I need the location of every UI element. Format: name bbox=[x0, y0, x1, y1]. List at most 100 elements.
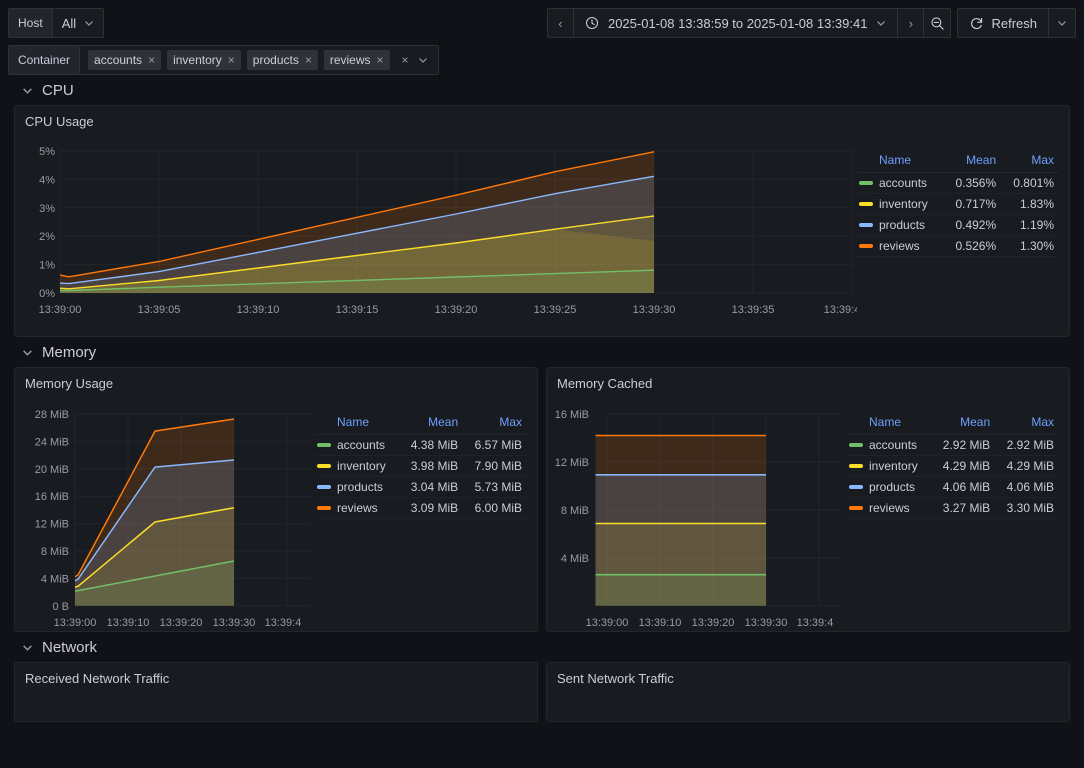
series-mean: 0.717% bbox=[943, 193, 1002, 215]
panel-title-memory-usage: Memory Usage bbox=[25, 376, 114, 391]
refresh-interval-dropdown[interactable] bbox=[1049, 9, 1075, 37]
time-shift-forward-button[interactable]: › bbox=[898, 9, 925, 37]
variable-host-label: Host bbox=[9, 9, 53, 37]
pill-products-remove-icon[interactable]: × bbox=[305, 53, 312, 67]
table-row[interactable]: accounts 2.92 MiB 2.92 MiB bbox=[847, 434, 1059, 456]
row-panels-memory: Memory Usage 28 MiB 24 MiB 20 MiB 16 MiB… bbox=[0, 367, 1084, 632]
cpu-usage-plot[interactable]: 5% 4% 3% 2% 1% 0% 13:39:00 13:39:05 13:3… bbox=[15, 129, 867, 336]
time-picker: ‹ 2025-01-08 13:38:59 to 2025-01-08 13:3… bbox=[546, 8, 952, 38]
refresh-icon bbox=[971, 17, 983, 29]
table-row[interactable]: inventory 3.98 MiB 7.90 MiB bbox=[315, 455, 527, 477]
svg-text:12 MiB: 12 MiB bbox=[555, 457, 589, 469]
clear-all-icon[interactable]: × bbox=[402, 53, 409, 67]
svg-text:4%: 4% bbox=[39, 174, 55, 186]
table-row[interactable]: inventory 0.717% 1.83% bbox=[857, 193, 1059, 215]
series-color-swatch bbox=[859, 202, 873, 206]
panel-title-memory-cached: Memory Cached bbox=[557, 376, 653, 391]
series-color-swatch bbox=[859, 244, 873, 248]
variable-host-value[interactable]: All bbox=[53, 9, 103, 37]
legend-header-row: Name Mean Max bbox=[315, 413, 527, 435]
zoom-out-icon bbox=[931, 16, 944, 30]
legend-col-name[interactable]: Name bbox=[857, 151, 944, 173]
row-panels-cpu: CPU Usage 5% 4% 3% 2% 1% 0% 13:39:00 13:… bbox=[0, 105, 1084, 337]
series-mean: 3.04 MiB bbox=[399, 476, 464, 498]
legend-col-mean[interactable]: Mean bbox=[943, 151, 1002, 173]
table-row[interactable]: products 4.06 MiB 4.06 MiB bbox=[847, 476, 1059, 498]
memory-cached-plot[interactable]: 16 MiB 12 MiB 8 MiB 4 MiB 13:39:00 13:39… bbox=[547, 391, 847, 631]
table-row[interactable]: products 0.492% 1.19% bbox=[857, 214, 1059, 236]
svg-text:8 MiB: 8 MiB bbox=[561, 505, 589, 517]
svg-text:1%: 1% bbox=[39, 260, 55, 272]
table-row[interactable]: accounts 4.38 MiB 6.57 MiB bbox=[315, 434, 527, 456]
variable-host[interactable]: Host All bbox=[8, 8, 105, 38]
legend-header-row: Name Mean Max bbox=[857, 151, 1059, 173]
panel-title-received-network-traffic: Received Network Traffic bbox=[25, 671, 170, 686]
time-shift-back-button[interactable]: ‹ bbox=[548, 9, 574, 37]
table-row[interactable]: products 3.04 MiB 5.73 MiB bbox=[315, 476, 527, 498]
chevron-down-icon[interactable] bbox=[418, 55, 428, 65]
series-name: inventory bbox=[879, 197, 928, 211]
table-row[interactable]: reviews 0.526% 1.30% bbox=[857, 235, 1059, 257]
svg-text:28 MiB: 28 MiB bbox=[35, 409, 69, 421]
legend-col-name[interactable]: Name bbox=[847, 413, 932, 435]
memory-usage-plot[interactable]: 28 MiB 24 MiB 20 MiB 16 MiB 12 MiB 8 MiB… bbox=[15, 391, 315, 631]
series-mean: 4.06 MiB bbox=[931, 476, 996, 498]
svg-text:13:39:00: 13:39:00 bbox=[54, 617, 97, 629]
panel-received-network-traffic: Received Network Traffic bbox=[14, 662, 538, 722]
pill-inventory[interactable]: inventory × bbox=[167, 50, 241, 70]
chevron-down-icon bbox=[85, 21, 94, 26]
pill-accounts[interactable]: accounts × bbox=[88, 50, 162, 70]
svg-text:0 B: 0 B bbox=[52, 601, 69, 613]
table-row[interactable]: reviews 3.09 MiB 6.00 MiB bbox=[315, 497, 527, 519]
table-row[interactable]: accounts 0.356% 0.801% bbox=[857, 172, 1059, 194]
cpu-y-axis: 5% 4% 3% 2% 1% 0% bbox=[39, 146, 55, 300]
row-header-cpu[interactable]: CPU bbox=[0, 75, 1084, 105]
table-row[interactable]: inventory 4.29 MiB 4.29 MiB bbox=[847, 455, 1059, 477]
time-range-button[interactable]: 2025-01-08 13:38:59 to 2025-01-08 13:39:… bbox=[574, 9, 899, 37]
memory-usage-y-axis: 28 MiB 24 MiB 20 MiB 16 MiB 12 MiB 8 MiB… bbox=[35, 409, 69, 613]
svg-text:16 MiB: 16 MiB bbox=[555, 409, 589, 421]
series-name: inventory bbox=[869, 459, 918, 473]
series-color-swatch bbox=[317, 506, 331, 510]
refresh-label: Refresh bbox=[991, 15, 1037, 31]
series-name: reviews bbox=[337, 501, 378, 515]
pill-inventory-remove-icon[interactable]: × bbox=[228, 53, 235, 67]
series-name: reviews bbox=[879, 239, 920, 253]
row-header-memory[interactable]: Memory bbox=[0, 337, 1084, 367]
panel-memory-cached: Memory Cached 16 MiB 12 MiB 8 MiB 4 MiB … bbox=[546, 367, 1070, 632]
series-color-swatch bbox=[317, 443, 331, 447]
svg-text:13:39:10: 13:39:10 bbox=[237, 304, 280, 316]
svg-text:20 MiB: 20 MiB bbox=[35, 464, 69, 476]
row-title-network: Network bbox=[42, 638, 98, 656]
legend-col-max[interactable]: Max bbox=[1001, 151, 1059, 173]
pill-accounts-label: accounts bbox=[94, 53, 143, 67]
svg-text:8 MiB: 8 MiB bbox=[41, 546, 69, 558]
series-max: 6.57 MiB bbox=[463, 434, 527, 456]
pill-accounts-remove-icon[interactable]: × bbox=[148, 53, 155, 67]
legend-col-max[interactable]: Max bbox=[995, 413, 1059, 435]
time-range-text: 2025-01-08 13:38:59 to 2025-01-08 13:39:… bbox=[607, 15, 868, 31]
zoom-out-button[interactable] bbox=[924, 9, 950, 37]
pill-reviews-remove-icon[interactable]: × bbox=[377, 53, 384, 67]
svg-text:13:39:10: 13:39:10 bbox=[107, 617, 150, 629]
legend-col-mean[interactable]: Mean bbox=[931, 413, 996, 435]
svg-text:13:39:4: 13:39:4 bbox=[797, 617, 834, 629]
series-color-swatch bbox=[849, 485, 863, 489]
chevron-down-icon bbox=[23, 87, 32, 94]
svg-text:13:39:00: 13:39:00 bbox=[586, 617, 629, 629]
pill-products[interactable]: products × bbox=[246, 50, 318, 70]
pill-reviews[interactable]: reviews × bbox=[323, 50, 390, 70]
row-title-cpu: CPU bbox=[42, 81, 74, 99]
legend-col-mean[interactable]: Mean bbox=[399, 413, 464, 435]
svg-text:13:39:00: 13:39:00 bbox=[39, 304, 82, 316]
row-header-network[interactable]: Network bbox=[0, 632, 1084, 662]
pill-reviews-label: reviews bbox=[329, 53, 371, 67]
memory-cached-x-axis: 13:39:00 13:39:10 13:39:20 13:39:30 13:3… bbox=[586, 617, 834, 629]
legend-col-name[interactable]: Name bbox=[315, 413, 400, 435]
series-name: reviews bbox=[869, 501, 910, 515]
variable-container[interactable]: Container accounts × inventory × product… bbox=[8, 45, 439, 75]
table-row[interactable]: reviews 3.27 MiB 3.30 MiB bbox=[847, 497, 1059, 519]
panel-title-cpu-usage: CPU Usage bbox=[25, 114, 94, 129]
refresh-button[interactable]: Refresh bbox=[958, 9, 1049, 37]
legend-col-max[interactable]: Max bbox=[463, 413, 527, 435]
